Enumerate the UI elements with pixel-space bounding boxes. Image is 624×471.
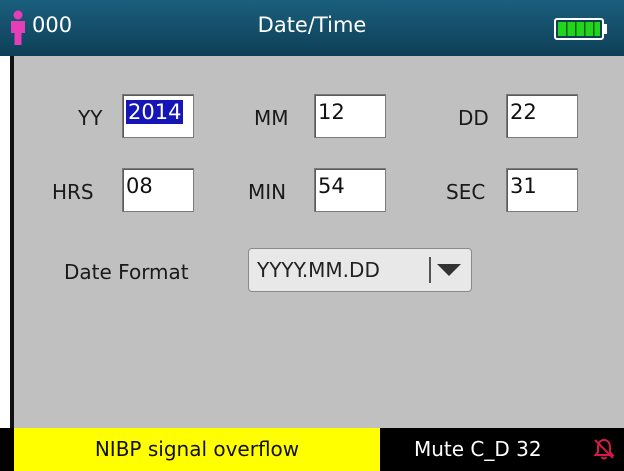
hours-value: 08: [126, 174, 153, 198]
yy-label: YY: [78, 106, 103, 130]
dropdown-divider: [429, 257, 431, 283]
min-label: MIN: [248, 180, 287, 204]
date-format-select[interactable]: YYYY.MM.DD: [248, 248, 472, 292]
alarm-message: NIBP signal overflow: [14, 428, 380, 471]
status-bar: NIBP signal overflow Mute C_D 32: [0, 428, 624, 471]
hrs-label: HRS: [52, 180, 94, 204]
battery-icon: [554, 18, 607, 40]
alarm-bell-off-icon[interactable]: [592, 437, 616, 461]
monitor-screen: 000 Date/Time YY 2014 MM 12 DD 22 HRS 08: [0, 0, 624, 471]
sec-label: SEC: [446, 180, 486, 204]
seconds-field[interactable]: 31: [506, 168, 578, 212]
month-field[interactable]: 12: [314, 94, 386, 138]
day-value: 22: [510, 100, 537, 124]
minutes-value: 54: [318, 174, 345, 198]
year-field[interactable]: 2014: [122, 94, 194, 138]
hours-field[interactable]: 08: [122, 168, 194, 212]
date-format-label: Date Format: [64, 260, 189, 284]
mm-label: MM: [254, 106, 289, 130]
minutes-field[interactable]: 54: [314, 168, 386, 212]
month-value: 12: [318, 100, 345, 124]
year-value: 2014: [126, 100, 184, 124]
dd-label: DD: [458, 106, 489, 130]
settings-panel: YY 2014 MM 12 DD 22 HRS 08 MIN 54 SEC 31…: [10, 56, 624, 428]
mute-status: Mute C_D 32: [414, 437, 542, 461]
seconds-value: 31: [510, 174, 537, 198]
date-format-value: YYYY.MM.DD: [257, 258, 380, 282]
day-field[interactable]: 22: [506, 94, 578, 138]
title-bar: 000 Date/Time: [0, 0, 624, 56]
triangle-down-icon[interactable]: [436, 263, 462, 277]
page-title: Date/Time: [257, 13, 367, 37]
